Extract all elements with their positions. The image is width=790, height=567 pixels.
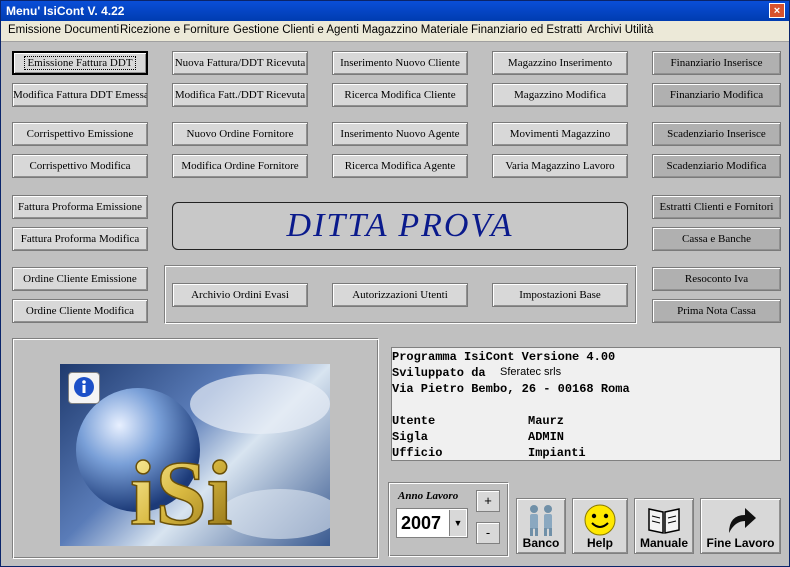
sigla-value: ADMIN (528, 430, 565, 444)
ricerca-agente-button[interactable]: Ricerca Modifica Agente (332, 154, 468, 178)
company-name-banner: DITTA PROVA (172, 202, 628, 250)
scadenziario-modifica-button[interactable]: Scadenziario Modifica (652, 154, 781, 178)
logo-panel: iSi (13, 339, 379, 559)
menu-bar: Emissione Documenti Ricezione e Fornitur… (1, 21, 789, 42)
banco-label: Banco (522, 536, 560, 550)
user-label: Utente (392, 414, 436, 428)
ordine-cliente-emissione-button[interactable]: Ordine Cliente Emissione (12, 267, 148, 291)
scadenziario-inserisce-button[interactable]: Scadenziario Inserisce (652, 122, 781, 146)
impostazioni-button[interactable]: Impostazioni Base (492, 283, 628, 307)
fine-lavoro-button[interactable]: Fine Lavoro (700, 498, 781, 554)
nuova-fattura-ricevuta-button[interactable]: Nuova Fattura/DDT Ricevuta (172, 51, 308, 75)
inserimento-agente-button[interactable]: Inserimento Nuovo Agente (332, 122, 468, 146)
year-increment-button[interactable]: + (476, 490, 500, 512)
modifica-fatt-ricevuta-button[interactable]: Modifica Fatt./DDT Ricevuta (172, 83, 308, 107)
year-decrement-button[interactable]: - (476, 522, 500, 544)
book-icon (648, 508, 680, 534)
prima-nota-button[interactable]: Prima Nota Cassa (652, 299, 781, 323)
isi-logo-text: iSi (130, 442, 232, 544)
logo-graphic: iSi (76, 374, 330, 545)
developer-value: Sferatec srls (500, 366, 562, 378)
office-label: Ufficio (392, 446, 443, 460)
modifica-ordine-fornitore-button[interactable]: Modifica Ordine Fornitore (172, 154, 308, 178)
resoconto-iva-button[interactable]: Resoconto Iva (652, 267, 781, 291)
address-text: Via Pietro Bembo, 26 - 00168 Roma (392, 382, 630, 396)
year-select[interactable]: 2007 ▼ (396, 508, 468, 538)
ricerca-cliente-button[interactable]: Ricerca Modifica Cliente (332, 83, 468, 107)
user-value: Maurz (528, 414, 565, 428)
program-version-text: Programma IsiCont Versione 4.00 (392, 350, 616, 364)
close-button[interactable]: × (769, 3, 785, 18)
manuale-label: Manuale (639, 536, 688, 550)
magazzino-modifica-button[interactable]: Magazzino Modifica (492, 83, 628, 107)
menu-finanziario[interactable]: Finanziario ed Estratti (471, 24, 582, 36)
info-button[interactable] (68, 372, 100, 404)
title-bar: Menu' IsiCont V. 4.22 × (1, 1, 789, 21)
sigla-label: Sigla (392, 430, 429, 444)
fine-lavoro-label: Fine Lavoro (706, 536, 775, 550)
main-window: Menu' IsiCont V. 4.22 × Emissione Docume… (0, 0, 790, 567)
isi-logo-image: iSi (60, 364, 330, 546)
estratti-button[interactable]: Estratti Clienti e Fornitori (652, 195, 781, 219)
nuovo-ordine-fornitore-button[interactable]: Nuovo Ordine Fornitore (172, 122, 308, 146)
window-title: Menu' IsiCont V. 4.22 (6, 4, 125, 18)
cassa-banche-button[interactable]: Cassa e Banche (652, 227, 781, 251)
proforma-emissione-button[interactable]: Fattura Proforma Emissione (12, 195, 148, 219)
archivio-ordini-button[interactable]: Archivio Ordini Evasi (172, 283, 308, 307)
manuale-button[interactable]: Manuale (634, 498, 694, 554)
emissione-fattura-ddt-label: Emissione Fattura DDT (24, 56, 136, 70)
menu-archivi[interactable]: Archivi Utilità (587, 24, 653, 36)
magazzino-inserimento-button[interactable]: Magazzino Inserimento (492, 51, 628, 75)
finanziario-modifica-button[interactable]: Finanziario Modifica (652, 83, 781, 107)
varia-magazzino-button[interactable]: Varia Magazzino Lavoro (492, 154, 628, 178)
office-value: Impianti (528, 446, 586, 460)
smiley-icon (584, 504, 616, 536)
help-button[interactable]: Help (572, 498, 628, 554)
people-icon (530, 505, 552, 536)
info-icon (74, 377, 94, 397)
help-label: Help (586, 536, 613, 550)
program-info-box: Programma IsiCont Versione 4.00 Sviluppa… (391, 347, 781, 461)
year-label: Anno Lavoro (398, 490, 459, 502)
menu-ricezione-forniture[interactable]: Ricezione e Forniture (120, 24, 229, 36)
inserimento-cliente-button[interactable]: Inserimento Nuovo Cliente (332, 51, 468, 75)
proforma-modifica-button[interactable]: Fattura Proforma Modifica (12, 227, 148, 251)
menu-emissione-documenti[interactable]: Emissione Documenti (8, 24, 119, 36)
menu-gestione-clienti[interactable]: Gestione Clienti e Agenti (233, 24, 359, 36)
year-value: 2007 (401, 513, 442, 533)
corrispettivo-modifica-button[interactable]: Corrispettivo Modifica (12, 154, 148, 178)
exit-arrow-icon (728, 508, 756, 533)
movimenti-magazzino-button[interactable]: Movimenti Magazzino (492, 122, 628, 146)
emissione-fattura-ddt-button[interactable]: Emissione Fattura DDT (12, 51, 148, 75)
finanziario-inserisce-button[interactable]: Finanziario Inserisce (652, 51, 781, 75)
ordine-cliente-modifica-button[interactable]: Ordine Cliente Modifica (12, 299, 148, 323)
modifica-fattura-ddt-button[interactable]: Modifica Fattura DDT Emessa (12, 83, 148, 107)
year-group: Anno Lavoro 2007 ▼ + - (389, 483, 509, 557)
autorizzazioni-button[interactable]: Autorizzazioni Utenti (332, 283, 468, 307)
menu-magazzino[interactable]: Magazzino Materiale (362, 24, 468, 36)
corrispettivo-emissione-button[interactable]: Corrispettivo Emissione (12, 122, 148, 146)
chevron-down-icon[interactable]: ▼ (449, 510, 466, 536)
developer-label: Sviluppato da (392, 366, 486, 380)
banco-button[interactable]: Banco (516, 498, 566, 554)
